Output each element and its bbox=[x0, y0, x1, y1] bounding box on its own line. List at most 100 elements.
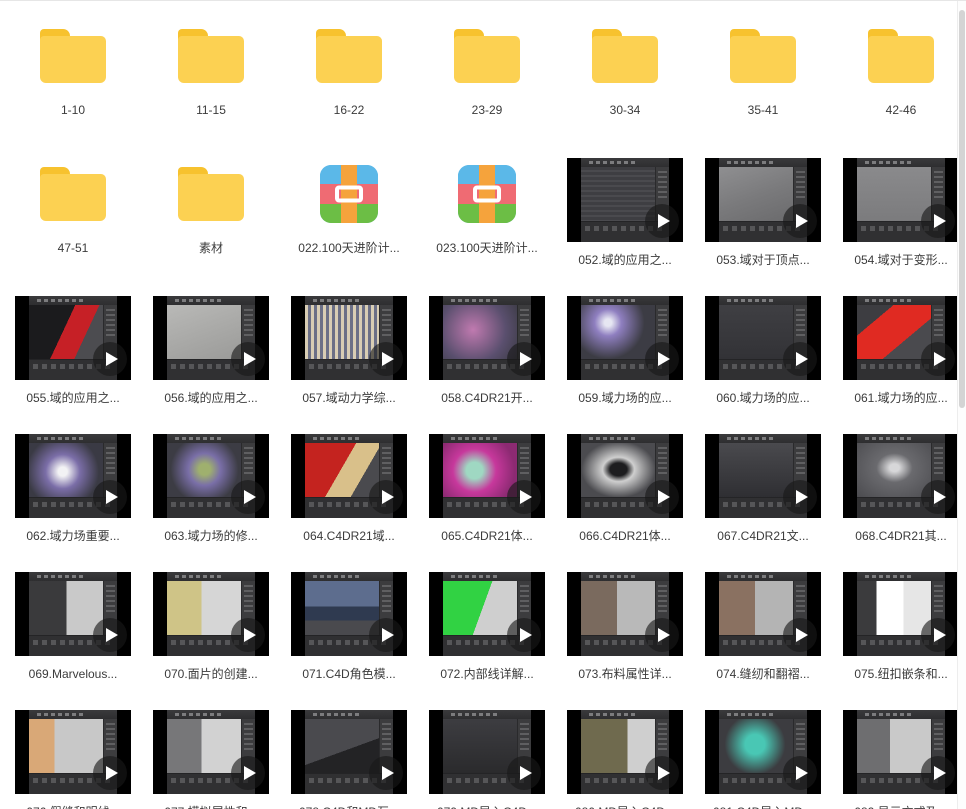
play-icon[interactable] bbox=[783, 756, 817, 790]
play-icon[interactable] bbox=[645, 204, 679, 238]
file-item[interactable]: 47-51 bbox=[4, 145, 142, 283]
file-item[interactable]: 081.C4D导入MD... bbox=[694, 697, 832, 809]
play-icon[interactable] bbox=[507, 342, 541, 376]
play-icon[interactable] bbox=[93, 480, 127, 514]
thumb-viewport bbox=[167, 719, 242, 774]
item-label: 073.布料属性详... bbox=[578, 667, 672, 681]
file-item[interactable]: 052.域的应用之... bbox=[556, 145, 694, 283]
file-item[interactable]: 30-34 bbox=[556, 7, 694, 145]
file-item[interactable]: 061.域力场的应... bbox=[832, 283, 957, 421]
file-item[interactable]: 067.C4DR21文... bbox=[694, 421, 832, 559]
play-icon[interactable] bbox=[645, 480, 679, 514]
item-label: 056.域的应用之... bbox=[164, 391, 258, 405]
file-item[interactable]: 078.C4D和MD互... bbox=[280, 697, 418, 809]
thumb-viewport bbox=[167, 581, 242, 636]
file-item[interactable]: 42-46 bbox=[832, 7, 957, 145]
file-item[interactable]: 060.域力场的应... bbox=[694, 283, 832, 421]
item-icon bbox=[153, 153, 269, 235]
file-item[interactable]: 055.域的应用之... bbox=[4, 283, 142, 421]
file-item[interactable]: 072.内部线详解... bbox=[418, 559, 556, 697]
vertical-scrollbar-thumb[interactable] bbox=[959, 10, 965, 408]
play-icon[interactable] bbox=[231, 480, 265, 514]
play-icon[interactable] bbox=[93, 342, 127, 376]
file-item[interactable]: 023.100天进阶计... bbox=[418, 145, 556, 283]
file-item[interactable]: 082.显示方式及... bbox=[832, 697, 957, 809]
play-icon[interactable] bbox=[231, 342, 265, 376]
vertical-scrollbar[interactable] bbox=[957, 1, 966, 809]
file-item[interactable]: 069.Marvelous... bbox=[4, 559, 142, 697]
item-label: 065.C4DR21体... bbox=[441, 529, 533, 543]
file-item[interactable]: 056.域的应用之... bbox=[142, 283, 280, 421]
file-item[interactable]: 23-29 bbox=[418, 7, 556, 145]
file-item[interactable]: 079.MD导入C4D... bbox=[418, 697, 556, 809]
thumb-app-toolbar bbox=[443, 296, 531, 305]
file-item[interactable]: 059.域力场的应... bbox=[556, 283, 694, 421]
play-icon[interactable] bbox=[783, 618, 817, 652]
file-item[interactable]: 074.缝纫和翻褶... bbox=[694, 559, 832, 697]
thumb-viewport bbox=[167, 305, 242, 360]
file-item[interactable]: 16-22 bbox=[280, 7, 418, 145]
thumb-app-toolbar bbox=[167, 434, 255, 443]
play-icon[interactable] bbox=[921, 756, 955, 790]
thumb-app-toolbar bbox=[29, 434, 117, 443]
file-item[interactable]: 053.域对于顶点... bbox=[694, 145, 832, 283]
file-item[interactable]: 080.MD导入C4D... bbox=[556, 697, 694, 809]
file-item[interactable]: 075.纽扣嵌条和... bbox=[832, 559, 957, 697]
play-icon[interactable] bbox=[93, 756, 127, 790]
play-icon[interactable] bbox=[783, 204, 817, 238]
play-icon[interactable] bbox=[921, 342, 955, 376]
play-icon[interactable] bbox=[783, 342, 817, 376]
play-icon[interactable] bbox=[369, 342, 403, 376]
file-item[interactable]: 076.假缝和明线... bbox=[4, 697, 142, 809]
play-icon[interactable] bbox=[507, 618, 541, 652]
play-icon[interactable] bbox=[369, 618, 403, 652]
play-icon[interactable] bbox=[921, 204, 955, 238]
thumb-viewport bbox=[443, 719, 518, 774]
file-item[interactable]: 1-10 bbox=[4, 7, 142, 145]
file-item[interactable]: 素材 bbox=[142, 145, 280, 283]
items-scroll-area[interactable]: 1-10 11-15 16-22 23-29 30-34 35-41 42-46 47-51 素… bbox=[0, 1, 957, 809]
play-icon[interactable] bbox=[507, 480, 541, 514]
file-item[interactable]: 058.C4DR21开... bbox=[418, 283, 556, 421]
thumb-app-toolbar bbox=[443, 434, 531, 443]
play-icon[interactable] bbox=[369, 756, 403, 790]
thumb-viewport bbox=[29, 305, 104, 360]
file-item[interactable]: 066.C4DR21体... bbox=[556, 421, 694, 559]
video-thumbnail bbox=[567, 572, 683, 656]
thumb-app-toolbar bbox=[581, 710, 669, 719]
thumb-app-toolbar bbox=[581, 158, 669, 167]
video-thumbnail bbox=[429, 572, 545, 656]
file-item[interactable]: 063.域力场的修... bbox=[142, 421, 280, 559]
file-item[interactable]: 057.域动力学综... bbox=[280, 283, 418, 421]
file-item[interactable]: 022.100天进阶计... bbox=[280, 145, 418, 283]
play-icon[interactable] bbox=[93, 618, 127, 652]
video-thumbnail bbox=[843, 296, 957, 380]
file-item[interactable]: 35-41 bbox=[694, 7, 832, 145]
item-icon bbox=[15, 291, 131, 385]
file-item[interactable]: 071.C4D角色模... bbox=[280, 559, 418, 697]
file-item[interactable]: 073.布料属性详... bbox=[556, 559, 694, 697]
play-icon[interactable] bbox=[645, 618, 679, 652]
file-item[interactable]: 068.C4DR21其... bbox=[832, 421, 957, 559]
play-icon[interactable] bbox=[645, 756, 679, 790]
thumb-viewport bbox=[719, 167, 794, 222]
file-item[interactable]: 062.域力场重要... bbox=[4, 421, 142, 559]
play-icon[interactable] bbox=[645, 342, 679, 376]
item-label: 060.域力场的应... bbox=[716, 391, 810, 405]
play-icon[interactable] bbox=[507, 756, 541, 790]
file-item[interactable]: 054.域对于变形... bbox=[832, 145, 957, 283]
play-icon[interactable] bbox=[231, 618, 265, 652]
item-icon bbox=[291, 153, 407, 235]
item-label: 47-51 bbox=[57, 241, 89, 255]
play-icon[interactable] bbox=[783, 480, 817, 514]
file-item[interactable]: 11-15 bbox=[142, 7, 280, 145]
play-icon[interactable] bbox=[921, 480, 955, 514]
file-item[interactable]: 065.C4DR21体... bbox=[418, 421, 556, 559]
play-icon[interactable] bbox=[231, 756, 265, 790]
play-icon[interactable] bbox=[369, 480, 403, 514]
item-icon bbox=[567, 705, 683, 799]
file-item[interactable]: 070.面片的创建... bbox=[142, 559, 280, 697]
file-item[interactable]: 064.C4DR21域... bbox=[280, 421, 418, 559]
file-item[interactable]: 077.模拟属性和... bbox=[142, 697, 280, 809]
play-icon[interactable] bbox=[921, 618, 955, 652]
